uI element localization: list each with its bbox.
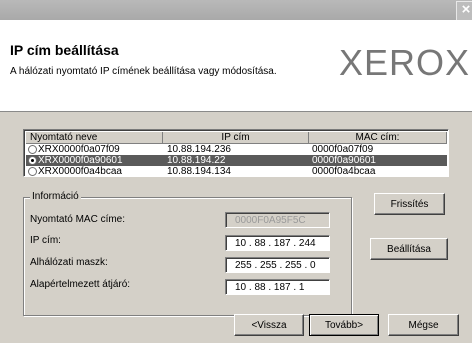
table-header: Nyomtató neve IP cím MAC cím: bbox=[26, 132, 447, 144]
row-radio[interactable] bbox=[28, 167, 37, 176]
column-header-ip[interactable]: IP cím bbox=[163, 132, 309, 144]
subnet-mask-field[interactable] bbox=[225, 257, 330, 273]
wizard-header: IP cím beállítása A hálózati nyomtató IP… bbox=[0, 20, 472, 112]
table-row[interactable]: XRX0000f0a07f09 10.88.194.236 0000f0a07f… bbox=[26, 144, 447, 155]
xerox-logo: XEROX bbox=[338, 42, 470, 83]
cancel-button[interactable]: Mégse bbox=[388, 314, 459, 336]
row-printer-name: XRX0000f0a4bcaa bbox=[38, 166, 122, 177]
row-ip: 10.88.194.22 bbox=[167, 155, 226, 166]
mac-field bbox=[225, 212, 330, 228]
title-bar: × bbox=[0, 0, 472, 21]
table-row[interactable]: XRX0000f0a4bcaa 10.88.194.134 0000f0a4bc… bbox=[26, 166, 447, 177]
ip-address-field[interactable] bbox=[225, 235, 330, 251]
printer-table: Nyomtató neve IP cím MAC cím: XRX0000f0a… bbox=[23, 129, 449, 177]
row-mac: 0000f0a90601 bbox=[312, 155, 376, 166]
table-row[interactable]: XRX0000f0a90601 10.88.194.22 0000f0a9060… bbox=[26, 155, 447, 166]
row-radio[interactable] bbox=[28, 156, 37, 165]
column-header-name[interactable]: Nyomtató neve bbox=[26, 132, 163, 144]
refresh-button[interactable]: Frissítés bbox=[374, 193, 445, 215]
info-legend: Információ bbox=[30, 191, 81, 202]
ip-label: IP cím: bbox=[30, 235, 61, 246]
configure-button[interactable]: Beállítása bbox=[370, 238, 448, 260]
column-header-mac[interactable]: MAC cím: bbox=[309, 132, 447, 144]
mac-label: Nyomtató MAC címe: bbox=[30, 214, 126, 225]
page-title: IP cím beállítása bbox=[10, 42, 119, 58]
next-button[interactable]: Tovább> bbox=[309, 314, 379, 336]
back-button[interactable]: <Vissza bbox=[234, 314, 304, 336]
gateway-label: Alapértelmezett átjáró: bbox=[30, 279, 131, 290]
row-mac: 0000f0a4bcaa bbox=[312, 166, 376, 177]
info-groupbox: Információ Nyomtató MAC címe: IP cím: Al… bbox=[23, 191, 352, 316]
row-ip: 10.88.194.134 bbox=[167, 166, 231, 177]
row-radio[interactable] bbox=[28, 145, 37, 154]
page-subtitle: A hálózati nyomtató IP címének beállítás… bbox=[10, 66, 277, 77]
row-printer-name: XRX0000f0a07f09 bbox=[38, 144, 120, 155]
subnet-mask-label: Alhálózati maszk: bbox=[30, 257, 108, 268]
row-printer-name: XRX0000f0a90601 bbox=[38, 155, 123, 166]
row-mac: 0000f0a07f09 bbox=[312, 144, 374, 155]
gateway-field[interactable] bbox=[225, 279, 330, 295]
close-icon[interactable]: × bbox=[456, 1, 472, 21]
row-ip: 10.88.194.236 bbox=[167, 144, 231, 155]
